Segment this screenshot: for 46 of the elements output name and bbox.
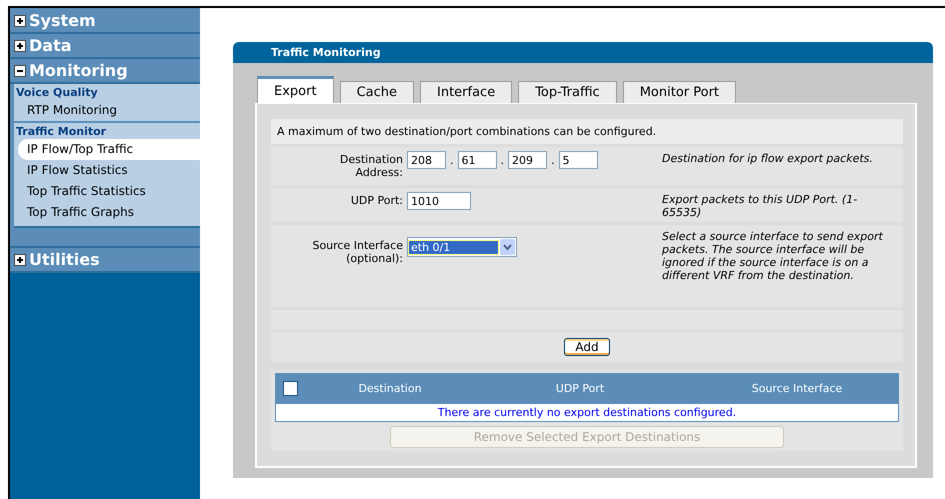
octet-field[interactable]: 208 [407,151,446,169]
octet-field[interactable]: 5 [558,151,598,169]
menu-item[interactable]: RTP Monitoring [14,100,200,121]
column-header: Destination [357,382,423,394]
help-text: Export packets to this UDP Port. (1-65535) [662,192,858,221]
menu-item[interactable]: IP Flow/Top Traffic [18,139,200,160]
section-label: Data [29,36,72,55]
dot-separator: . [500,154,504,166]
menu-item[interactable]: Top Traffic Statistics [14,181,200,202]
add-button[interactable]: Add [564,338,610,356]
tab[interactable]: Monitor Port [622,81,736,103]
menu-item[interactable]: IP Flow Statistics [14,160,200,181]
octet-field[interactable]: 61 [458,151,496,169]
menu-item[interactable]: Top Traffic Graphs [14,202,200,223]
menu-section[interactable]: System [10,9,200,34]
group-heading: Voice Quality [15,85,99,100]
column-header: Source Interface [750,382,844,394]
field-label: Destination Address: [338,152,404,181]
octet-field[interactable]: 209 [508,151,547,169]
help-text: Select a source interface to send export packets. The source interface will be ignored if the source interface is on a different VRF from the destination. [662,229,884,284]
plus-icon [14,254,26,266]
chevron-down-icon [500,239,515,255]
select-all-checkbox[interactable] [283,380,298,396]
section-label: Utilities [29,250,100,269]
port-field[interactable]: 1010 [407,192,471,210]
notice-text: A maximum of two destination/port combinations can be configured. [271,119,903,144]
dot-separator: . [551,154,554,166]
plus-icon [14,40,26,52]
help-text: Destination for ip flow export packets. [662,151,874,167]
field-label: Source Interface (optional): [311,238,404,267]
menu-section[interactable]: Utilities [10,246,200,273]
panel-title: Traffic Monitoring [233,42,933,63]
column-header: UDP Port [554,382,606,394]
menu-section[interactable]: Data [10,34,200,59]
field-label: UDP Port: [350,193,404,209]
interface-dropdown[interactable]: eth 0/1 [407,237,517,257]
plus-icon [14,14,26,26]
tab[interactable]: Export [257,76,334,103]
section-label: System [29,11,96,30]
tab[interactable]: Cache [340,81,414,103]
tab[interactable]: Interface [420,81,512,103]
tab[interactable]: Top-Traffic [518,81,617,103]
section-label: Monitoring [29,61,128,80]
dot-separator: . [450,154,454,166]
minus-icon [14,64,26,76]
empty-message: There are currently no export destinations configured. [275,403,899,422]
